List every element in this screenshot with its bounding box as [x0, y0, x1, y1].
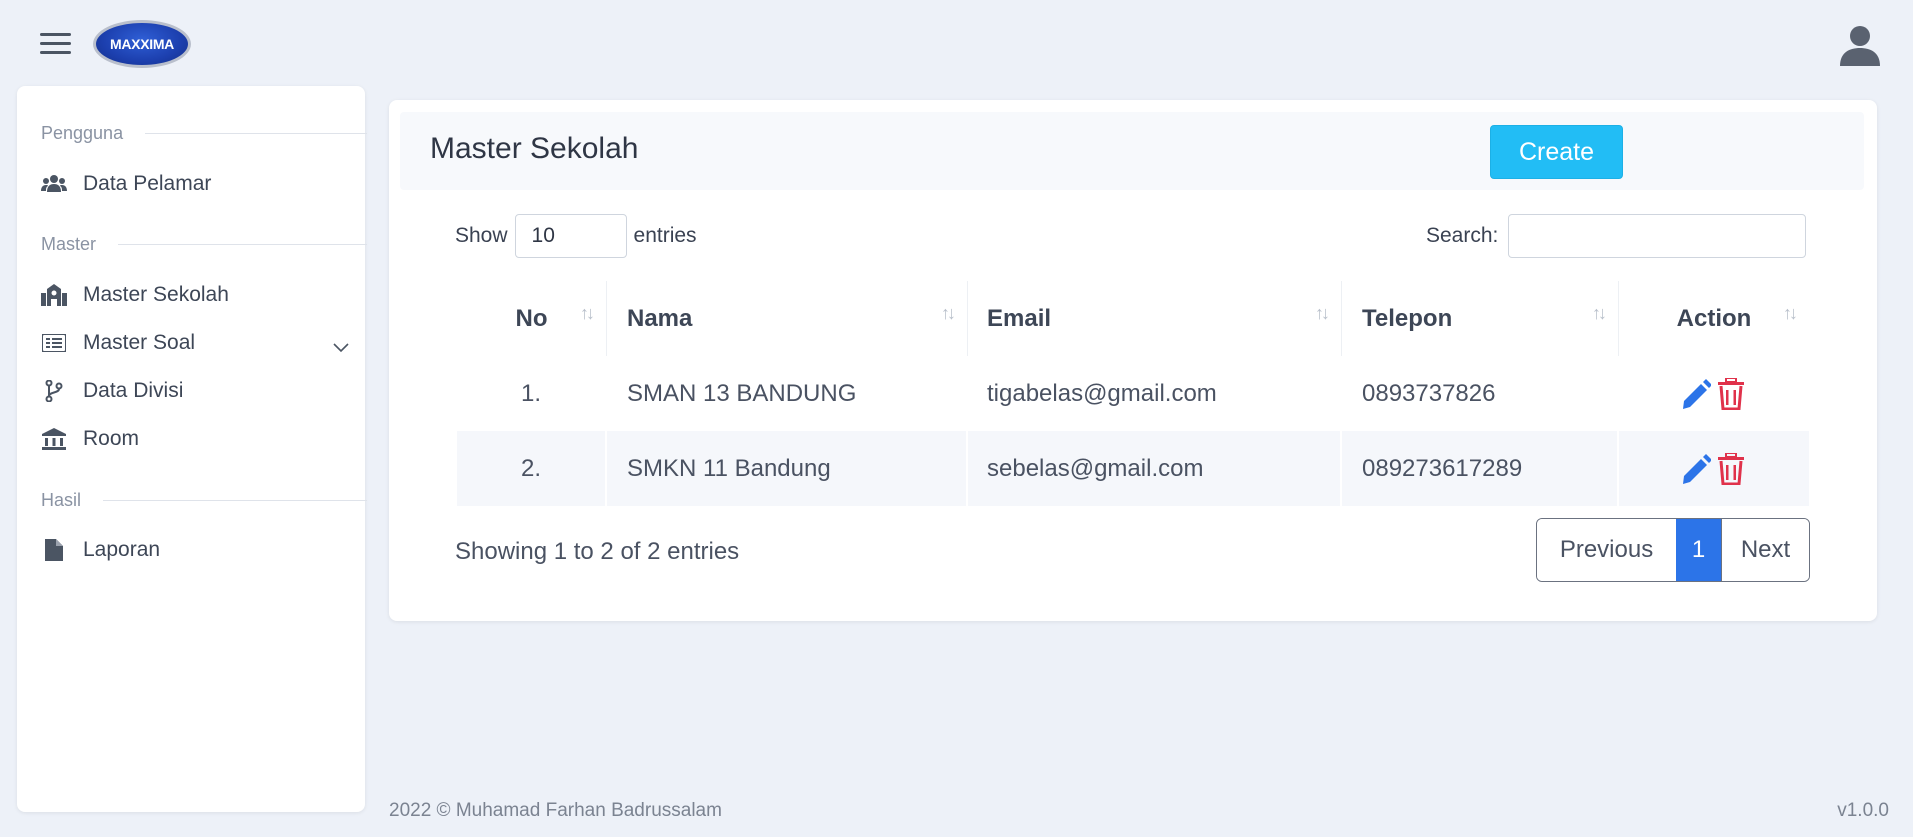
data-table: No ↑↓ Nama ↑↓ Email ↑↓ Telepon ↑↓ Action…	[457, 281, 1809, 506]
cell-email: tigabelas@gmail.com	[968, 356, 1342, 431]
sidebar-item-label: Laporan	[83, 538, 161, 561]
school-icon	[41, 283, 67, 307]
column-header-email[interactable]: Email ↑↓	[968, 281, 1342, 356]
length-prefix: Show	[455, 224, 508, 247]
column-header-nama[interactable]: Nama ↑↓	[607, 281, 968, 356]
edit-icon[interactable]	[1681, 378, 1712, 410]
table-row: 2. SMKN 11 Bandung sebelas@gmail.com 089…	[457, 431, 1809, 506]
cell-action	[1619, 356, 1809, 431]
users-icon	[41, 172, 67, 196]
cell-action	[1619, 431, 1809, 506]
building-icon	[41, 427, 67, 451]
cell-telepon: 089273617289	[1342, 431, 1619, 506]
section-title-pengguna: Pengguna	[41, 123, 367, 144]
table-info: Showing 1 to 2 of 2 entries	[455, 538, 740, 565]
footer-version: v1.0.0	[1837, 800, 1889, 821]
sidebar-item-label: Data Divisi	[83, 379, 184, 402]
sidebar: Pengguna Data Pelamar Master Master Seko…	[17, 86, 367, 812]
user-icon[interactable]	[1838, 24, 1882, 66]
entries-length-control: Show entries	[455, 214, 697, 258]
page-1-button[interactable]: 1	[1676, 519, 1721, 581]
trash-icon[interactable]	[1717, 376, 1747, 410]
sidebar-item-label: Master Sekolah	[83, 283, 229, 306]
length-suffix: entries	[633, 224, 697, 247]
search-control: Search:	[1426, 214, 1807, 258]
entries-length-input[interactable]	[514, 214, 627, 258]
search-label: Search:	[1426, 224, 1499, 247]
logo: MAXXIMA	[93, 20, 191, 68]
footer-copyright: 2022 © Muhamad Farhan Badrussalam	[389, 800, 722, 821]
column-header-no[interactable]: No ↑↓	[457, 281, 607, 356]
sidebar-item-label: Master Soal	[83, 331, 196, 354]
sidebar-item-room[interactable]: Room	[41, 421, 351, 457]
previous-button[interactable]: Previous	[1537, 519, 1676, 581]
section-title-master: Master	[41, 234, 367, 255]
cell-email: sebelas@gmail.com	[968, 431, 1342, 506]
sort-icon: ↑↓	[1783, 303, 1798, 323]
sidebar-item-data-divisi[interactable]: Data Divisi	[41, 373, 351, 409]
page-title: Master Sekolah	[430, 132, 639, 165]
pagination: Previous 1 Next	[1536, 518, 1810, 582]
table-row: 1. SMAN 13 BANDUNG tigabelas@gmail.com 0…	[457, 356, 1809, 431]
cell-nama: SMAN 13 BANDUNG	[607, 356, 968, 431]
card-header: Master Sekolah Create	[400, 112, 1864, 190]
hamburger-icon[interactable]	[40, 33, 71, 55]
sort-icon: ↑↓	[580, 303, 595, 323]
sort-icon: ↑↓	[941, 303, 956, 323]
next-button[interactable]: Next	[1721, 519, 1809, 581]
sort-icon: ↑↓	[1315, 303, 1330, 323]
cell-nama: SMKN 11 Bandung	[607, 431, 968, 506]
edit-icon[interactable]	[1681, 453, 1712, 485]
column-header-telepon[interactable]: Telepon ↑↓	[1342, 281, 1619, 356]
sidebar-item-master-sekolah[interactable]: Master Sekolah	[41, 277, 351, 313]
sidebar-item-label: Data Pelamar	[83, 172, 212, 195]
sidebar-item-master-soal[interactable]: Master Soal	[41, 325, 351, 361]
sidebar-item-label: Room	[83, 427, 140, 450]
sort-icon: ↑↓	[1592, 303, 1607, 323]
column-header-action[interactable]: Action ↑↓	[1619, 281, 1809, 356]
main-card: Master Sekolah Create Show entries Searc…	[389, 100, 1877, 621]
cell-no: 2.	[457, 431, 607, 506]
cell-no: 1.	[457, 356, 607, 431]
cell-telepon: 0893737826	[1342, 356, 1619, 431]
file-icon	[41, 538, 67, 562]
list-icon	[41, 331, 67, 355]
table-header: No ↑↓ Nama ↑↓ Email ↑↓ Telepon ↑↓ Action…	[457, 281, 1809, 356]
section-title-hasil: Hasil	[41, 490, 367, 511]
chevron-down-icon[interactable]	[333, 335, 349, 359]
sidebar-item-data-pelamar[interactable]: Data Pelamar	[41, 166, 351, 202]
search-input[interactable]	[1508, 214, 1807, 258]
sidebar-item-laporan[interactable]: Laporan	[41, 532, 351, 568]
branch-icon	[41, 379, 67, 403]
create-button[interactable]: Create	[1490, 125, 1623, 179]
trash-icon[interactable]	[1717, 451, 1747, 485]
